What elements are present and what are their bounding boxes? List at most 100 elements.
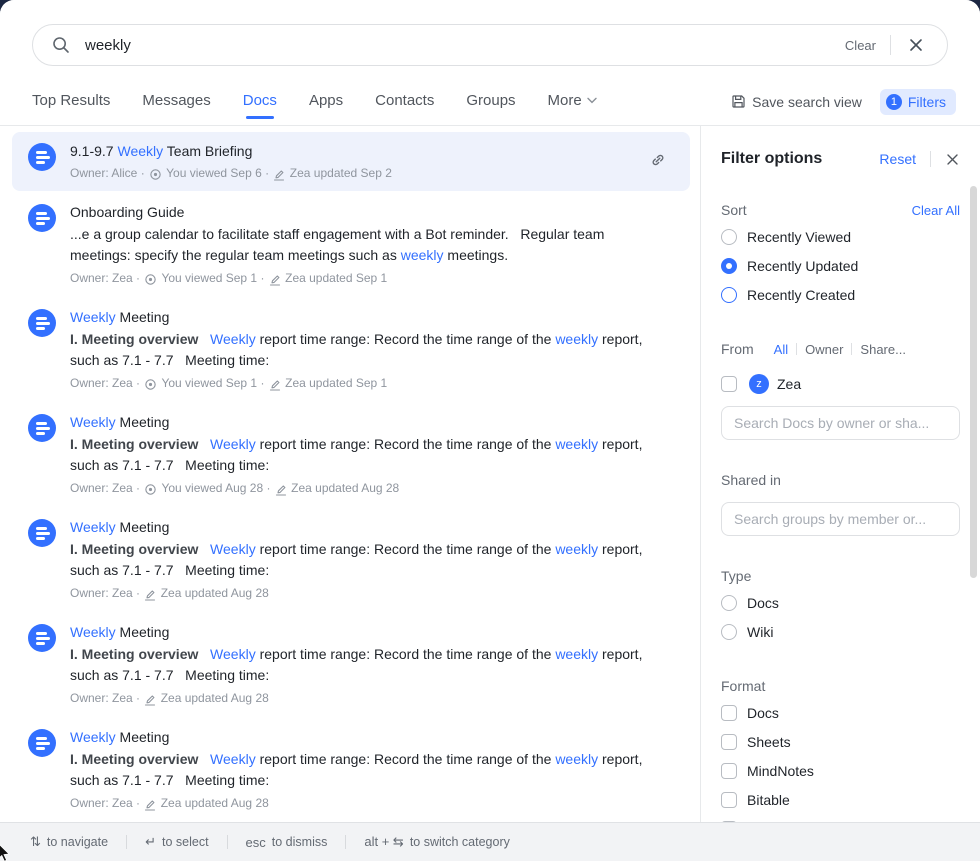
clear-all-button[interactable]: Clear All: [912, 203, 960, 218]
tab-groups[interactable]: Groups: [466, 88, 515, 123]
avatar: z: [749, 374, 769, 394]
doc-icon: [28, 143, 56, 171]
search-result-row[interactable]: Weekly Meeting I. Meeting overview Weekl…: [12, 403, 690, 506]
eye-icon: [144, 273, 157, 286]
eye-icon: [144, 378, 157, 391]
search-result-row[interactable]: Weekly Meeting I. Meeting overview Weekl…: [12, 613, 690, 716]
hint-select: ↵ to select: [145, 834, 208, 850]
search-result-row[interactable]: Weekly Meeting I. Meeting overview Weekl…: [12, 718, 690, 821]
tab-more[interactable]: More: [548, 88, 597, 123]
copy-link-icon[interactable]: [650, 152, 666, 168]
result-meta: Owner: Zea · You viewed Sep 1 · Zea upda…: [70, 375, 654, 392]
sort-option-recently-created[interactable]: Recently Created: [721, 285, 960, 305]
doc-icon: [28, 729, 56, 757]
result-title: 9.1-9.7 Weekly Team Briefing: [70, 141, 392, 161]
tab-messages[interactable]: Messages: [142, 88, 210, 123]
radio-icon[interactable]: [721, 229, 737, 245]
close-filter-panel-icon[interactable]: [931, 152, 960, 167]
clear-search-button[interactable]: Clear: [831, 38, 890, 53]
reset-filters-button[interactable]: Reset: [879, 151, 930, 167]
result-snippet: I. Meeting overview Weekly report time r…: [70, 539, 654, 581]
tab-contacts[interactable]: Contacts: [375, 88, 434, 123]
result-title: Onboarding Guide: [70, 202, 654, 222]
doc-icon: [28, 309, 56, 337]
radio-icon[interactable]: [721, 287, 737, 303]
main-area: 9.1-9.7 Weekly Team Briefing Owner: Alic…: [0, 126, 980, 822]
shared-in-search-input[interactable]: [721, 502, 960, 536]
result-meta: Owner: Zea · Zea updated Aug 28: [70, 795, 654, 812]
search-result-row[interactable]: Weekly Meeting I. Meeting overview Weekl…: [12, 298, 690, 401]
header-actions: Save search view 1 Filters: [731, 89, 956, 123]
close-search-icon[interactable]: [891, 36, 931, 54]
tab-apps[interactable]: Apps: [309, 88, 343, 123]
type-option-docs[interactable]: Docs: [721, 593, 960, 613]
search-header: Clear Top Results Messages Docs Apps Con…: [0, 0, 980, 126]
result-title: Weekly Meeting: [70, 412, 654, 432]
from-link-all[interactable]: All: [766, 342, 796, 357]
result-title: Weekly Meeting: [70, 307, 654, 327]
tab-top-results[interactable]: Top Results: [32, 88, 110, 123]
result-meta: Owner: Zea · You viewed Aug 28 · Zea upd…: [70, 480, 654, 497]
checkbox-icon[interactable]: [721, 734, 737, 750]
sort-option-recently-updated[interactable]: Recently Updated: [721, 256, 960, 276]
result-title: Weekly Meeting: [70, 727, 654, 747]
shared-in-label: Shared in: [721, 472, 960, 488]
radio-icon[interactable]: [721, 595, 737, 611]
result-snippet: I. Meeting overview Weekly report time r…: [70, 329, 654, 371]
result-title: Weekly Meeting: [70, 622, 654, 642]
search-result-row[interactable]: 9.1-9.7 Weekly Team Briefing Owner: Alic…: [12, 132, 690, 191]
result-meta: Owner: Zea · Zea updated Aug 28: [70, 585, 654, 602]
filter-panel: Filter options Reset Sort Clear All Rece…: [700, 126, 980, 822]
type-option-wiki[interactable]: Wiki: [721, 622, 960, 642]
save-search-view-button[interactable]: Save search view: [731, 94, 862, 110]
result-snippet: I. Meeting overview Weekly report time r…: [70, 644, 654, 686]
checkbox-icon[interactable]: [721, 376, 737, 392]
edit-icon: [273, 169, 285, 181]
search-icon: [51, 35, 71, 55]
tab-docs[interactable]: Docs: [243, 88, 277, 123]
results-list: 9.1-9.7 Weekly Team Briefing Owner: Alic…: [0, 126, 700, 822]
search-input[interactable]: [85, 37, 831, 54]
search-result-row[interactable]: Weekly Meeting I. Meeting overview Weekl…: [12, 508, 690, 611]
search-result-row[interactable]: Onboarding Guide ...e a group calendar t…: [12, 193, 690, 296]
type-label: Type: [721, 568, 960, 584]
checkbox-icon[interactable]: [721, 792, 737, 808]
result-meta: Owner: Alice · You viewed Sep 6 · Zea up…: [70, 165, 392, 182]
from-link-share[interactable]: Share...: [852, 342, 914, 357]
owner-search-input[interactable]: [721, 406, 960, 440]
checkbox-icon[interactable]: [721, 763, 737, 779]
hint-navigate: ⇅ to navigate: [30, 834, 108, 850]
doc-icon: [28, 624, 56, 652]
eye-icon: [149, 168, 162, 181]
filters-button[interactable]: 1 Filters: [880, 89, 956, 115]
from-link-owner[interactable]: Owner: [797, 342, 851, 357]
format-option-sheets[interactable]: Sheets: [721, 732, 960, 752]
radio-icon[interactable]: [721, 624, 737, 640]
edit-icon: [275, 484, 287, 496]
edit-icon: [269, 274, 281, 286]
radio-selected-icon[interactable]: [721, 258, 737, 274]
format-label: Format: [721, 678, 960, 694]
from-section-header: From All Owner Share...: [721, 341, 960, 357]
sort-option-recently-viewed[interactable]: Recently Viewed: [721, 227, 960, 247]
save-icon: [731, 94, 746, 109]
checkbox-icon[interactable]: [721, 705, 737, 721]
format-option-mindnotes[interactable]: MindNotes: [721, 761, 960, 781]
result-snippet: ...e a group calendar to facilitate staf…: [70, 224, 654, 266]
edit-icon: [144, 694, 156, 706]
category-tabs: Top Results Messages Docs Apps Contacts …: [32, 88, 956, 123]
switch-arrows-icon: alt + ⇆: [364, 834, 403, 850]
enter-icon: ↵: [145, 834, 156, 850]
keyboard-hints-bar: ⇅ to navigate ↵ to select esc to dismiss…: [0, 822, 980, 861]
format-option-docs[interactable]: Docs: [721, 703, 960, 723]
result-snippet: I. Meeting overview Weekly report time r…: [70, 749, 654, 791]
mouse-cursor: [0, 844, 12, 861]
filter-panel-scrollbar[interactable]: [970, 186, 977, 578]
filter-panel-title: Filter options: [721, 150, 822, 168]
hint-dismiss: esc to dismiss: [246, 835, 328, 850]
owner-option-zea[interactable]: z Zea: [721, 374, 960, 394]
result-meta: Owner: Zea · Zea updated Aug 28: [70, 690, 654, 707]
format-option-bitable[interactable]: Bitable: [721, 790, 960, 810]
doc-icon: [28, 414, 56, 442]
filter-panel-header: Filter options Reset: [721, 150, 960, 168]
